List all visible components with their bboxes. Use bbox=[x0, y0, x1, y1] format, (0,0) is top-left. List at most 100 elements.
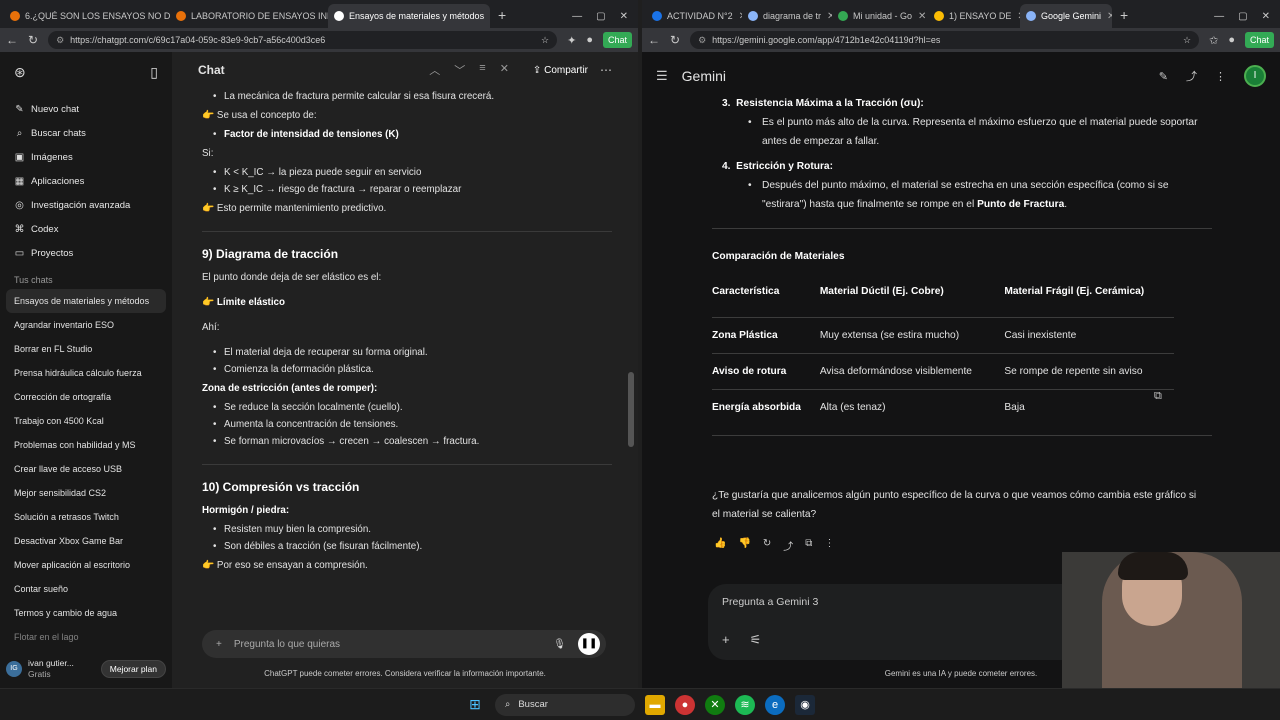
bookmark-star-icon[interactable]: ☆ bbox=[541, 35, 549, 46]
sidebar-item-codex[interactable]: ⌘ Codex bbox=[6, 217, 166, 241]
sidebar-item-folder[interactable]: ▭ Proyectos bbox=[6, 241, 166, 265]
menu-icon[interactable]: ☰ bbox=[656, 68, 668, 84]
share-icon[interactable]: ⤴ bbox=[1186, 68, 1197, 84]
chevron-up-icon[interactable]: ︿ bbox=[429, 62, 440, 78]
chat-history-item[interactable]: Mover aplicación al escritorio bbox=[6, 553, 166, 577]
sidebar-item-research[interactable]: ◎ Investigación avanzada bbox=[6, 193, 166, 217]
more-options-icon[interactable]: ⋮ bbox=[1215, 70, 1226, 83]
copilot-chat-chip[interactable]: Chat bbox=[602, 32, 632, 48]
copy-icon[interactable]: ⧉ bbox=[805, 538, 812, 553]
close-tab-icon[interactable]: ✕ bbox=[484, 11, 490, 22]
microphone-icon[interactable]: 🎙 bbox=[553, 639, 566, 650]
table-cell: Energía absorbida bbox=[712, 389, 820, 425]
minimize-icon[interactable]: — bbox=[1214, 11, 1224, 22]
chat-history-item[interactable]: Agrandar inventario ESO bbox=[6, 313, 166, 337]
file-explorer-icon[interactable]: ▬ bbox=[645, 694, 665, 715]
tab-4[interactable]: 1) ENSAYO DE✕ bbox=[928, 4, 1020, 28]
toggle-sidebar-icon[interactable]: ▯ bbox=[150, 64, 158, 81]
profile-icon[interactable]: ● bbox=[1228, 34, 1235, 46]
chat-history-item[interactable]: Crear llave de acceso USB bbox=[6, 457, 166, 481]
sidebar-item-search[interactable]: ⌕ Buscar chats bbox=[6, 121, 166, 145]
tab-2[interactable]: diagrama de tr ✕ bbox=[742, 4, 832, 28]
chat-history-item[interactable]: Solución a retrasos Twitch bbox=[6, 505, 166, 529]
chat-history-item[interactable]: Contar sueño bbox=[6, 577, 166, 601]
close-tab-icon[interactable]: ✕ bbox=[821, 11, 832, 22]
thumbs-up-icon[interactable]: 👍 bbox=[714, 538, 726, 553]
steam-icon[interactable]: ◉ bbox=[795, 694, 815, 715]
upgrade-plan-button[interactable]: Mejorar plan bbox=[100, 660, 166, 678]
tab-label: 6.¿QUÉ SON LOS ENSAYOS NO D bbox=[25, 11, 170, 21]
close-window-icon[interactable]: ✕ bbox=[620, 11, 628, 22]
composer-input[interactable]: Pregunta lo que quieras bbox=[234, 639, 340, 650]
chat-history-item[interactable]: Borrar en FL Studio bbox=[6, 337, 166, 361]
close-tab-icon[interactable]: ✕ bbox=[733, 11, 742, 22]
chat-history-item[interactable]: Trabajo con 4500 Kcal bbox=[6, 409, 166, 433]
plus-icon[interactable]: + bbox=[722, 632, 730, 648]
url-field[interactable]: ⚙ https://chatgpt.com/c/69c17a04-059c-83e… bbox=[48, 31, 558, 49]
plus-icon[interactable]: + bbox=[216, 639, 222, 650]
chevron-down-icon[interactable]: ﹀ bbox=[454, 62, 465, 78]
close-icon[interactable]: ✕ bbox=[500, 62, 509, 78]
copilot-chat-chip[interactable]: Chat bbox=[1244, 32, 1274, 48]
sidebar-item-edit[interactable]: ✎ Nuevo chat bbox=[6, 97, 166, 121]
new-tab-icon[interactable]: + bbox=[1112, 4, 1136, 28]
url-field[interactable]: ⚙ https://gemini.google.com/app/4712b1e42… bbox=[690, 31, 1200, 49]
openai-logo-icon[interactable]: ⊛ bbox=[14, 64, 26, 81]
share-icon[interactable]: ⤴ bbox=[783, 538, 793, 553]
chat-history-item[interactable]: Ensayos de materiales y métodos bbox=[6, 289, 166, 313]
close-tab-icon[interactable]: ✕ bbox=[1101, 11, 1112, 22]
sidebar-item-image[interactable]: ▣ Imágenes bbox=[6, 145, 166, 169]
avatar[interactable]: I bbox=[1244, 65, 1266, 87]
minimize-icon[interactable]: — bbox=[572, 11, 582, 22]
options-icon[interactable]: ≡ bbox=[479, 62, 485, 78]
chat-history-item[interactable]: Mejor sensibilidad CS2 bbox=[6, 481, 166, 505]
more-options-icon[interactable]: ⋮ bbox=[824, 538, 834, 553]
tab-3[interactable]: Mi unidad - Go ✕ bbox=[832, 4, 928, 28]
close-tab-icon[interactable]: ✕ bbox=[1011, 11, 1020, 22]
xbox-icon[interactable]: ✕ bbox=[705, 694, 725, 715]
bookmark-star-icon[interactable]: ☆ bbox=[1183, 35, 1191, 46]
tab-1[interactable]: 6.¿QUÉ SON LOS ENSAYOS NO D✕ bbox=[4, 4, 170, 28]
reload-icon[interactable]: ↻ bbox=[670, 33, 680, 47]
tab-5-active[interactable]: Google Gemini ✕ bbox=[1020, 4, 1112, 28]
maximize-icon[interactable]: ▢ bbox=[1238, 11, 1247, 22]
start-icon[interactable]: ⊞ bbox=[465, 695, 485, 715]
chat-history-item[interactable]: Termos y cambio de agua bbox=[6, 601, 166, 625]
new-tab-icon[interactable]: + bbox=[490, 4, 514, 28]
chat-history-item[interactable]: Flotar en el lago bbox=[6, 625, 166, 649]
maximize-icon[interactable]: ▢ bbox=[596, 11, 605, 22]
more-options-icon[interactable]: ⋯ bbox=[600, 63, 612, 77]
close-window-icon[interactable]: ✕ bbox=[1262, 11, 1270, 22]
close-tab-icon[interactable]: ✕ bbox=[912, 11, 926, 22]
chat-history-item[interactable]: Prensa hidráulica cálculo fuerza bbox=[6, 361, 166, 385]
chat-history-item[interactable]: Desactivar Xbox Game Bar bbox=[6, 529, 166, 553]
tools-icon[interactable]: ⚟ bbox=[750, 632, 762, 648]
profile-icon[interactable]: ● bbox=[586, 34, 593, 46]
scrollbar[interactable] bbox=[628, 372, 634, 447]
thumbs-down-icon[interactable]: 👎 bbox=[738, 538, 750, 553]
user-profile[interactable]: IG ivan gutier... Gratis Mejorar plan bbox=[6, 658, 166, 680]
favorites-icon[interactable]: ✩ bbox=[1209, 34, 1218, 47]
chat-history-item[interactable]: Problemas con habilidad y MS bbox=[6, 433, 166, 457]
site-info-icon[interactable]: ⚙ bbox=[698, 35, 706, 46]
chat-history-item[interactable]: Corrección de ortografía bbox=[6, 385, 166, 409]
regenerate-icon[interactable]: ↻ bbox=[763, 538, 771, 553]
spotify-icon[interactable]: ≋ bbox=[735, 694, 755, 715]
recorder-icon[interactable]: ● bbox=[675, 694, 695, 715]
site-info-icon[interactable]: ⚙ bbox=[56, 35, 64, 46]
sidebar-item-apps[interactable]: ▦ Aplicaciones bbox=[6, 169, 166, 193]
reload-icon[interactable]: ↻ bbox=[28, 33, 38, 47]
tab-2[interactable]: LABORATORIO DE ENSAYOS INDU✕ bbox=[170, 4, 328, 28]
chat-composer[interactable]: + Pregunta lo que quieras 🎙 ❚❚ bbox=[202, 630, 606, 658]
new-chat-icon[interactable]: ✎ bbox=[1159, 70, 1168, 83]
tab-3-active[interactable]: Ensayos de materiales y métodos✕ bbox=[328, 4, 490, 28]
tab-1[interactable]: ACTIVIDAD N°2✕ bbox=[646, 4, 742, 28]
copy-table-icon[interactable]: ⧉ bbox=[1154, 390, 1162, 403]
taskbar-search[interactable]: ⌕ Buscar bbox=[495, 693, 635, 716]
share-button[interactable]: ⇪ Compartir bbox=[533, 65, 588, 76]
voice-mode-icon[interactable]: ❚❚ bbox=[578, 633, 600, 655]
back-icon[interactable]: ← bbox=[648, 33, 660, 47]
back-icon[interactable]: ← bbox=[6, 33, 18, 47]
edge-icon[interactable]: e bbox=[765, 694, 785, 715]
extensions-icon[interactable]: ✦ bbox=[567, 34, 576, 47]
